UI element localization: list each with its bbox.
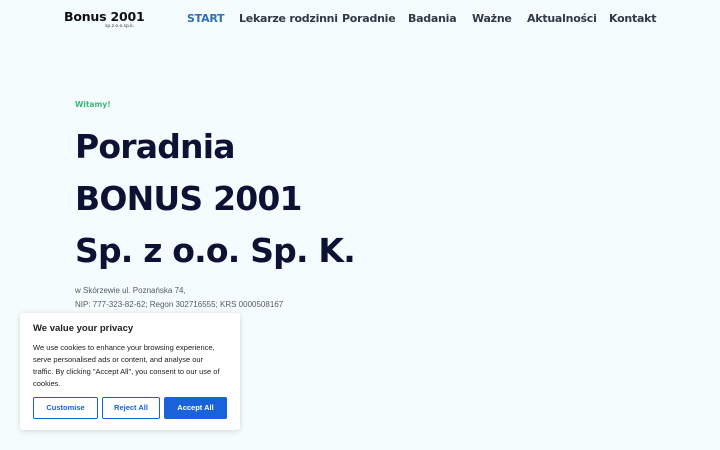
nav-item-aktualnosci[interactable]: Aktualności — [527, 12, 597, 25]
company-registration-line: NIP: 777-323-82-62; Regon 302716555; KRS… — [75, 300, 284, 309]
customise-button[interactable]: Customise — [33, 397, 98, 419]
cookie-text-line: serve personalised ads or content, and a… — [33, 355, 204, 364]
hero-title-line: BONUS 2001 — [75, 179, 303, 218]
cookie-banner-text: We use cookies to enhance your browsing … — [33, 342, 233, 390]
reject-all-button[interactable]: Reject All — [102, 397, 160, 419]
accept-all-button[interactable]: Accept All — [164, 397, 227, 419]
cookie-text-line: traffic. By clicking "Accept All", you c… — [33, 367, 220, 376]
hero-title-line: Sp. z o.o. Sp. K. — [75, 231, 356, 270]
nav-item-badania[interactable]: Badania — [408, 12, 457, 25]
nav-item-wazne[interactable]: Ważne — [472, 12, 512, 25]
nav-item-lekarze-rodzinni[interactable]: Lekarze rodzinni — [239, 12, 338, 25]
hero-title-line: Poradnia — [75, 127, 236, 166]
nav-item-start[interactable]: START — [187, 12, 225, 25]
logo-subtitle: sp.z.o.o.sp.k. — [105, 24, 135, 29]
nav-item-kontakt[interactable]: Kontakt — [609, 12, 656, 25]
cookie-text-line: cookies. — [33, 379, 61, 388]
cookie-text-line: We use cookies to enhance your browsing … — [33, 343, 215, 352]
nav-item-poradnie[interactable]: Poradnie — [342, 12, 396, 25]
logo-wordmark: Bonus 2001 — [64, 9, 145, 24]
hero-kicker: Witamy! — [75, 100, 111, 109]
cookie-consent-banner: We value your privacy We use cookies to … — [20, 313, 240, 430]
cookie-banner-title: We value your privacy — [33, 323, 134, 334]
address-line: w Skórzewie ul. Poznańska 74, — [75, 286, 186, 295]
site-logo[interactable]: Bonus 2001 sp.z.o.o.sp.k. — [64, 9, 145, 31]
hero-title: Poradnia BONUS 2001 Sp. z o.o. Sp. K. — [75, 121, 635, 277]
company-address: w Skórzewie ul. Poznańska 74, NIP: 777-3… — [75, 284, 283, 312]
